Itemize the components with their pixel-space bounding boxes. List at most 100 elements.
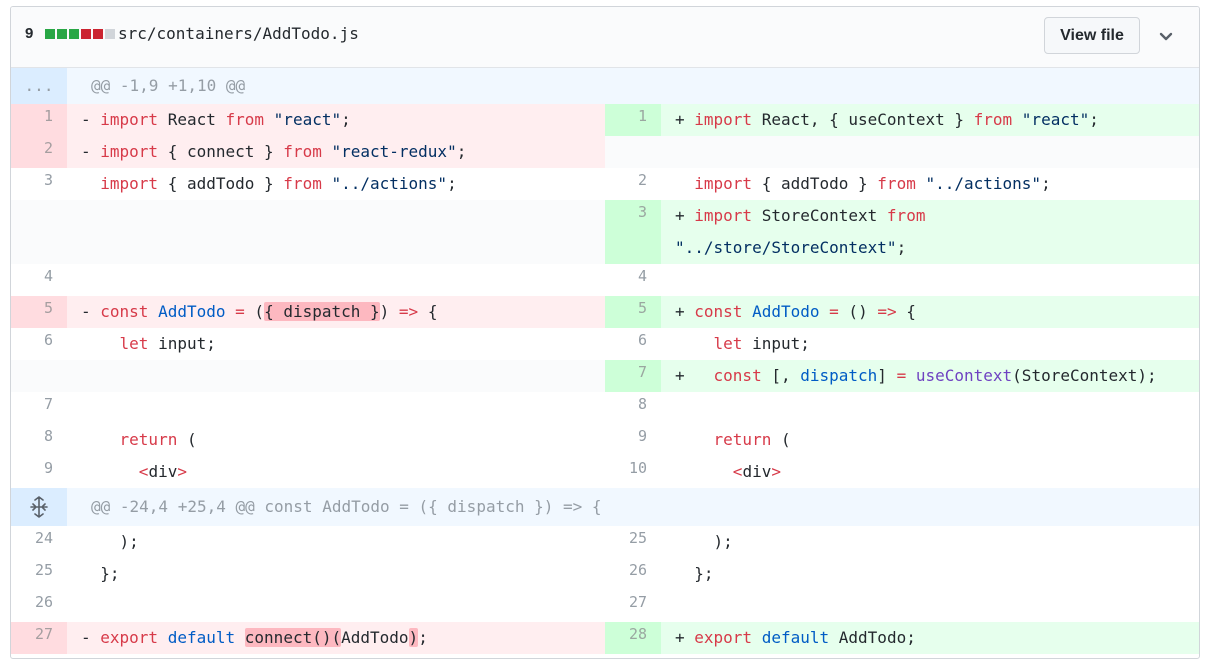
line-number[interactable]: 6 [11,328,67,360]
diffstat-block [81,29,91,39]
diff-left-cell: 4 [11,264,605,296]
line-number[interactable]: 25 [605,526,661,558]
line-number[interactable]: 26 [11,590,67,622]
line-number[interactable]: 28 [605,622,661,654]
code-line: return ( [119,430,197,449]
code-line: - import { connect } from "react-redux"; [67,136,605,168]
code-line: <div> [732,462,781,481]
hunk-header: @@ -24,4 +25,4 @@ const AddTodo = ({ dis… [11,488,1199,526]
diff-left-cell: 1 - import React from "react"; [11,104,605,136]
diff-file: 9 src/containers/AddTodo.js View file ..… [10,6,1200,659]
line-number[interactable]: 4 [605,264,661,296]
expand-hunk-button[interactable]: ... [11,68,67,104]
line-number[interactable]: 8 [11,424,67,456]
code-line: + import StoreContext from "../store/Sto… [661,200,1199,264]
code-line: - const AddTodo = ({ dispatch }) => { [67,296,605,328]
diffstat-block [57,29,67,39]
line-number[interactable]: 8 [605,392,661,424]
diffstat-block [45,29,55,39]
expand-hunk-button[interactable] [11,488,67,526]
line-number[interactable]: 10 [605,456,661,488]
line-number[interactable]: 25 [11,558,67,590]
diff-left-cell: 2 - import { connect } from "react-redux… [11,136,605,168]
code-line: import { addTodo } from "../actions"; [694,174,1051,193]
line-number[interactable]: 3 [605,200,661,264]
code-line: let input; [119,334,216,353]
change-count: 9 [25,25,34,42]
diff-right-cell: 28 + export default AddTodo; [605,622,1199,654]
diffstat-block [93,29,103,39]
code-line: return ( [713,430,791,449]
code-line: }; [675,564,714,583]
code-line: ); [81,532,139,551]
diff-right-cell: 7 + const [, dispatch] = useContext(Stor… [605,360,1199,392]
diffstat-block [105,29,115,39]
diff-empty-cell [11,200,605,264]
code-line: import { addTodo } from "../actions"; [100,174,457,193]
diff-row: 26 27 [11,590,1199,622]
diff-row: 27 - export default connect()(AddTodo); … [11,622,1199,654]
diff-right-cell: 6 let input; [605,328,1199,360]
diff-row: 7 + const [, dispatch] = useContext(Stor… [11,360,1199,392]
line-number[interactable]: 9 [605,424,661,456]
line-number[interactable]: 9 [11,456,67,488]
diff-empty-cell [605,136,1199,168]
line-number[interactable]: 2 [11,136,67,168]
diff-row: 6 let input; 6 let input; [11,328,1199,360]
code-line: + import React, { useContext } from "rea… [661,104,1199,136]
diff-right-cell: 25 ); [605,526,1199,558]
line-number[interactable]: 24 [11,526,67,558]
diff-row: 24 ); 25 ); [11,526,1199,558]
code-line: + const AddTodo = () => { [661,296,1199,328]
file-path[interactable]: src/containers/AddTodo.js [118,24,359,43]
code-line: let input; [713,334,810,353]
line-number[interactable]: 1 [605,104,661,136]
diff-row: 1 - import React from "react"; 1 + impor… [11,104,1199,136]
diff-row: 3 import { addTodo } from "../actions"; … [11,168,1199,200]
code-line: + export default AddTodo; [661,622,1199,654]
diff-left-cell: 24 ); [11,526,605,558]
file-header: 9 src/containers/AddTodo.js View file [11,7,1199,68]
diff-row: 4 4 [11,264,1199,296]
diff-right-cell: 9 return ( [605,424,1199,456]
diff-right-cell: 2 import { addTodo } from "../actions"; [605,168,1199,200]
line-number[interactable]: 1 [11,104,67,136]
line-number[interactable]: 6 [605,328,661,360]
code-line: }; [81,564,120,583]
line-number[interactable]: 7 [605,360,661,392]
diff-left-cell: 8 return ( [11,424,605,456]
diff-right-cell: 3 + import StoreContext from "../store/S… [605,200,1199,264]
diff-row: 9 <div> 10 <div> [11,456,1199,488]
diff-left-cell: 9 <div> [11,456,605,488]
code-line: - export default connect()(AddTodo); [67,622,605,654]
diffstat-block [69,29,79,39]
hunk-header: ... @@ -1,9 +1,10 @@ [11,68,1199,104]
view-file-button[interactable]: View file [1044,17,1140,54]
diff-right-cell: 27 [605,590,1199,622]
diff-row: 8 return ( 9 return ( [11,424,1199,456]
unfold-icon [30,496,48,518]
diff-row: 25 }; 26 }; [11,558,1199,590]
line-number[interactable]: 5 [11,296,67,328]
diff-right-cell: 8 [605,392,1199,424]
diff-row: 7 8 [11,392,1199,424]
diff-right-cell: 5 + const AddTodo = () => { [605,296,1199,328]
diff-row: 5 - const AddTodo = ({ dispatch }) => { … [11,296,1199,328]
line-number[interactable]: 4 [11,264,67,296]
line-number[interactable]: 26 [605,558,661,590]
diff-right-cell: 10 <div> [605,456,1199,488]
diff-left-cell: 25 }; [11,558,605,590]
line-number[interactable]: 3 [11,168,67,200]
diff-left-cell: 6 let input; [11,328,605,360]
line-number[interactable]: 27 [605,590,661,622]
chevron-down-icon[interactable] [1156,26,1176,46]
diffstat [45,29,115,39]
diff-left-cell: 27 - export default connect()(AddTodo); [11,622,605,654]
code-line: + const [, dispatch] = useContext(StoreC… [661,360,1199,392]
diff-right-cell: 1 + import React, { useContext } from "r… [605,104,1199,136]
line-number[interactable]: 5 [605,296,661,328]
line-number[interactable]: 2 [605,168,661,200]
line-number[interactable]: 27 [11,622,67,654]
code-line: ); [675,532,733,551]
line-number[interactable]: 7 [11,392,67,424]
